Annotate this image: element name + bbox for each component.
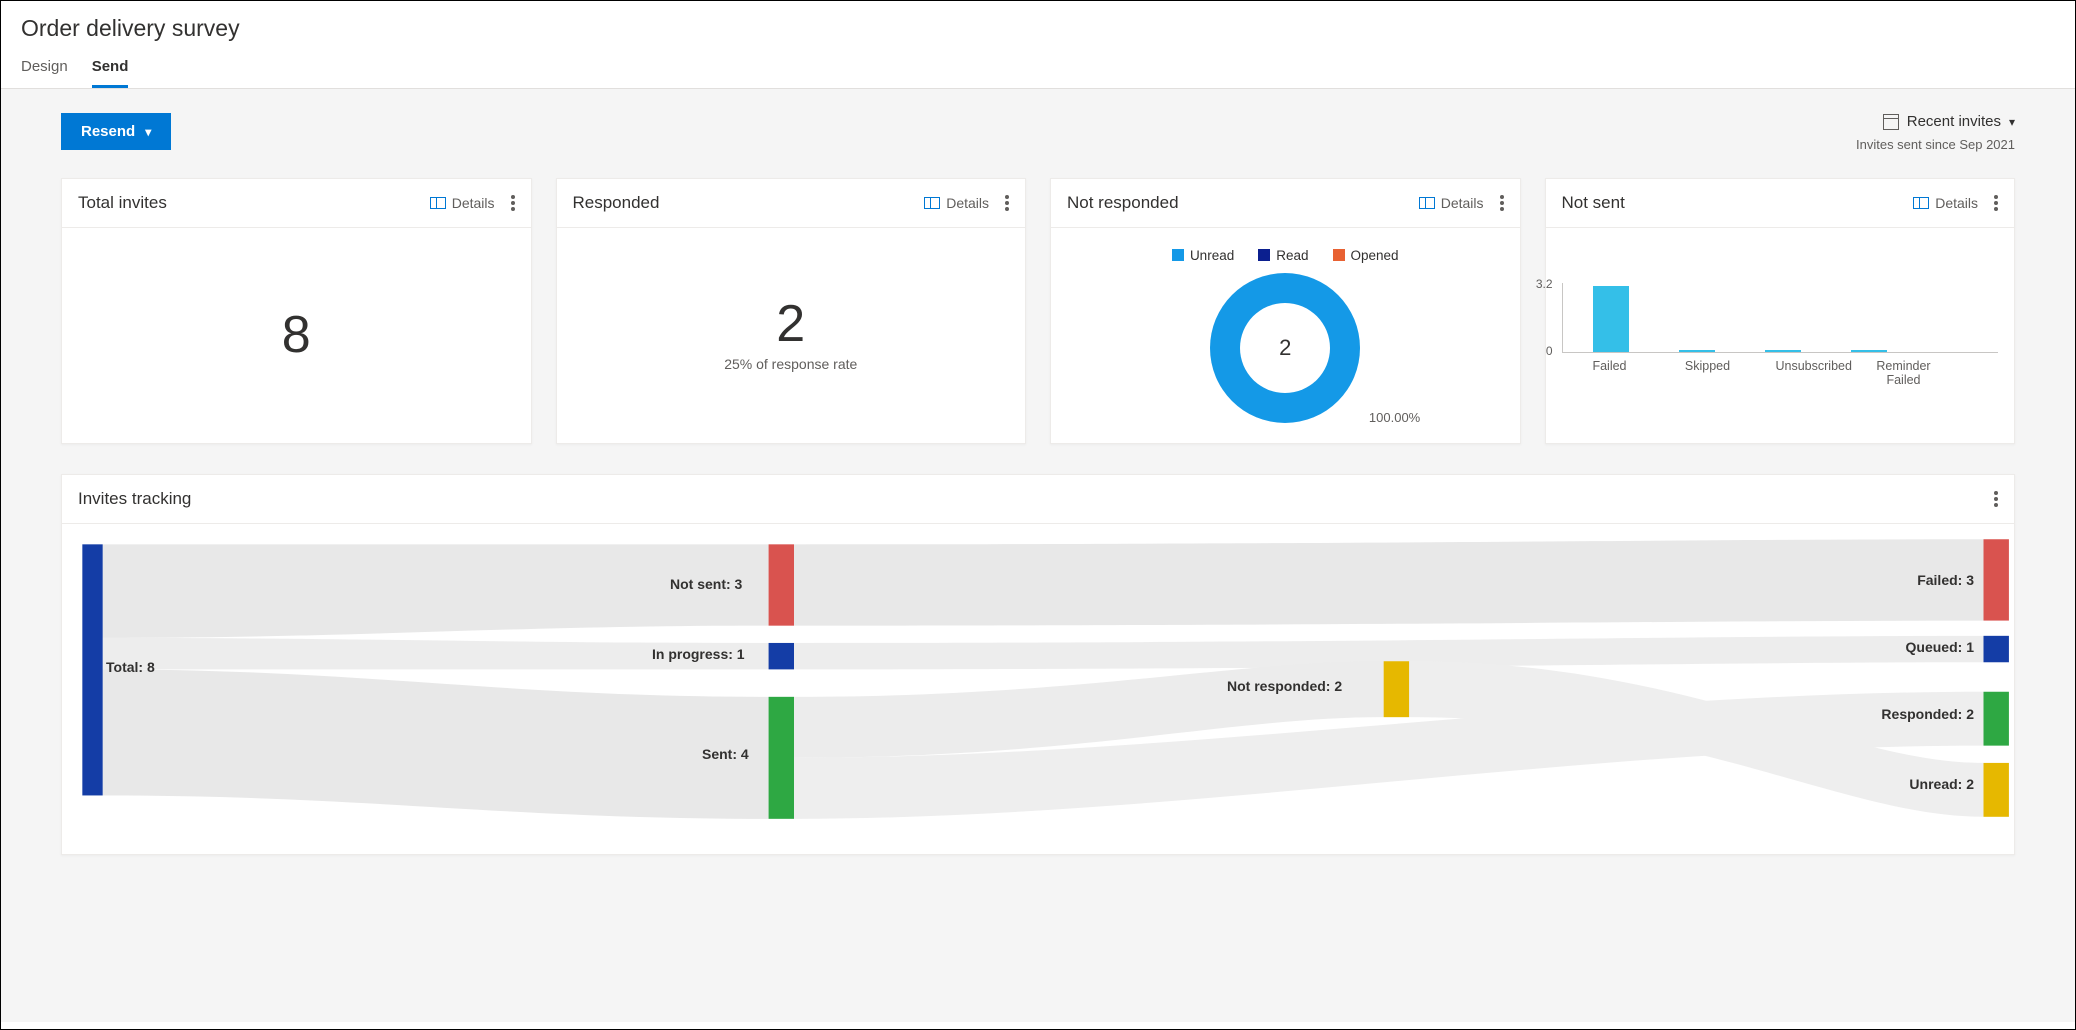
filter-label: Recent invites (1907, 113, 2001, 130)
donut-legend: Unread Read Opened (1172, 248, 1399, 263)
card-title: Not sent (1562, 193, 1914, 213)
responded-value: 2 (776, 298, 805, 350)
y-tick-max: 3.2 (1536, 277, 1553, 291)
calendar-icon (1883, 114, 1899, 130)
bar-label: Failed (1580, 359, 1640, 387)
sankey-node-total: Total: 8 (106, 659, 155, 675)
card-title: Responded (573, 193, 925, 213)
tab-design[interactable]: Design (21, 50, 68, 88)
not-sent-bar-chart: 3.2 0 Failed Skipped Unsubscribed Remind… (1562, 283, 1999, 387)
sankey-node-queued: Queued: 1 (1906, 639, 1974, 655)
donut-chart: 2 100.00% (1210, 273, 1360, 423)
details-icon (924, 197, 940, 209)
legend-opened[interactable]: Opened (1333, 248, 1399, 263)
details-icon (430, 197, 446, 209)
filter-subtext: Invites sent since Sep 2021 (1856, 137, 2015, 152)
response-rate-text: 25% of response rate (724, 356, 857, 372)
card-responded: Responded Details 2 25% of response rate (556, 178, 1027, 444)
bar-failed (1593, 286, 1629, 352)
bar-unsubscribed (1765, 350, 1801, 352)
recent-invites-filter[interactable]: Recent invites ▾ (1883, 113, 2015, 130)
details-button[interactable]: Details (430, 195, 495, 211)
details-button[interactable]: Details (924, 195, 989, 211)
tab-send[interactable]: Send (92, 50, 129, 88)
more-icon[interactable] (1005, 195, 1009, 211)
donut-center-value: 2 (1210, 273, 1360, 423)
sankey-chart: Total: 8 Not sent: 3 In progress: 1 Sent… (62, 524, 2014, 854)
legend-read[interactable]: Read (1258, 248, 1308, 263)
more-icon[interactable] (511, 195, 515, 211)
sankey-node-in-progress: In progress: 1 (652, 646, 745, 662)
bar-reminder-failed (1851, 350, 1887, 352)
details-button[interactable]: Details (1913, 195, 1978, 211)
sankey-node-not-sent: Not sent: 3 (670, 576, 742, 592)
tab-bar: Design Send (21, 50, 2055, 88)
bar-label: Reminder Failed (1874, 359, 1934, 387)
bar-label: Skipped (1678, 359, 1738, 387)
card-not-responded: Not responded Details Unread (1050, 178, 1521, 444)
card-title: Invites tracking (78, 489, 1994, 509)
legend-unread[interactable]: Unread (1172, 248, 1234, 263)
details-icon (1913, 197, 1929, 209)
resend-label: Resend (81, 123, 135, 140)
donut-percent-label: 100.00% (1369, 410, 1420, 425)
details-button[interactable]: Details (1419, 195, 1484, 211)
sankey-node-responded: Responded: 2 (1881, 706, 1974, 722)
page-title: Order delivery survey (21, 15, 2055, 42)
more-icon[interactable] (1994, 195, 1998, 211)
card-not-sent: Not sent Details 3.2 0 (1545, 178, 2016, 444)
sankey-node-sent: Sent: 4 (702, 746, 749, 762)
card-title: Not responded (1067, 193, 1419, 213)
card-total-invites: Total invites Details 8 (61, 178, 532, 444)
more-icon[interactable] (1500, 195, 1504, 211)
bar-label: Unsubscribed (1776, 359, 1836, 387)
card-invites-tracking: Invites tracking (61, 474, 2015, 855)
details-icon (1419, 197, 1435, 209)
sankey-node-not-responded: Not responded: 2 (1227, 678, 1342, 694)
chevron-down-icon: ▾ (145, 125, 151, 139)
chevron-down-icon: ▾ (2009, 115, 2015, 129)
more-icon[interactable] (1994, 491, 1998, 507)
y-tick-min: 0 (1546, 344, 1553, 358)
sankey-node-unread: Unread: 2 (1909, 776, 1974, 792)
total-invites-value: 8 (282, 309, 311, 361)
sankey-node-failed: Failed: 3 (1917, 572, 1974, 588)
bar-skipped (1679, 350, 1715, 352)
resend-button[interactable]: Resend ▾ (61, 113, 171, 150)
card-title: Total invites (78, 193, 430, 213)
